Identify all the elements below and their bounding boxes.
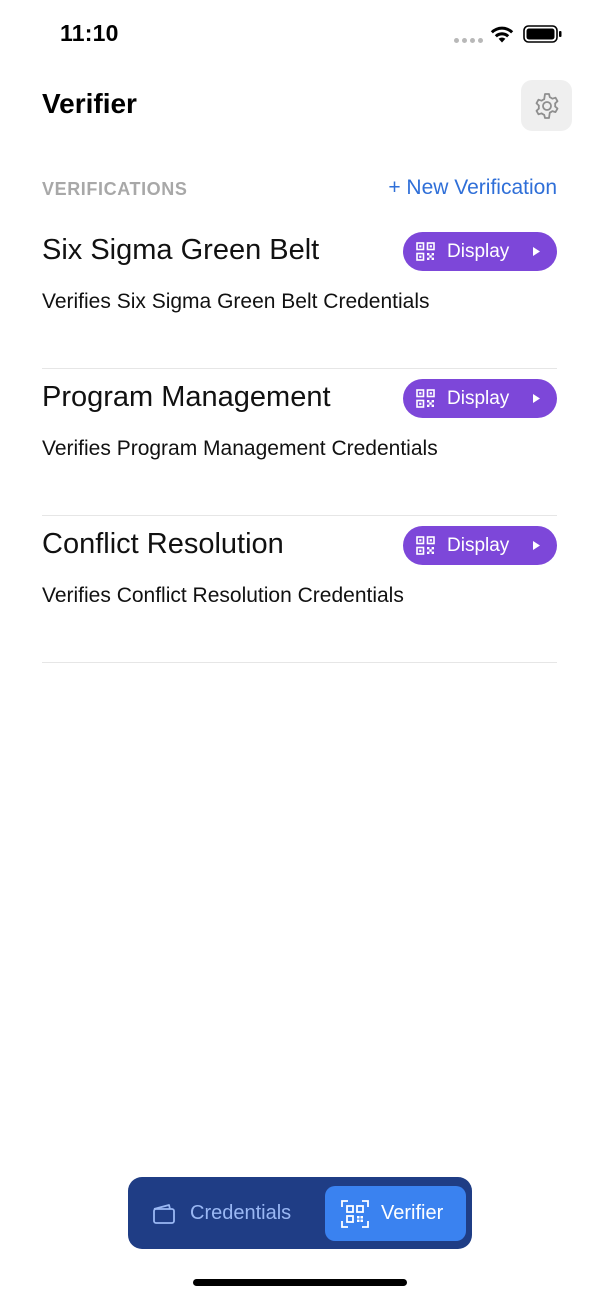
play-arrow-icon — [533, 394, 540, 403]
tab-bar: Credentials Verifier — [128, 1177, 472, 1249]
display-button-label: Display — [447, 534, 510, 556]
wifi-icon — [490, 26, 514, 43]
verification-description: Verifies Six Sigma Green Belt Credential… — [42, 290, 430, 313]
list-item[interactable]: Conflict Resolution Display Verifies Con… — [42, 516, 557, 663]
display-button-label: Display — [447, 387, 510, 409]
display-button[interactable]: Display — [403, 526, 557, 565]
verification-list: Six Sigma Green Belt Display Verifies Si… — [42, 222, 557, 663]
verification-title: Program Management — [42, 381, 331, 413]
play-arrow-icon — [533, 247, 540, 256]
tab-verifier-label: Verifier — [381, 1202, 444, 1224]
gear-icon — [535, 92, 558, 119]
qr-code-icon — [416, 242, 435, 261]
new-verification-button[interactable]: + New Verification — [388, 176, 557, 200]
display-button[interactable]: Display — [403, 232, 557, 271]
verification-description: Verifies Conflict Resolution Credentials — [42, 584, 404, 607]
verification-title: Six Sigma Green Belt — [42, 234, 320, 266]
verification-description: Verifies Program Management Credentials — [42, 437, 438, 460]
settings-button[interactable] — [521, 80, 572, 131]
list-item[interactable]: Six Sigma Green Belt Display Verifies Si… — [42, 222, 557, 369]
list-item[interactable]: Program Management Display Verifies Prog… — [42, 369, 557, 516]
qr-scan-icon — [341, 1199, 369, 1228]
display-button[interactable]: Display — [403, 379, 557, 418]
display-button-label: Display — [447, 240, 510, 262]
screen: 11:10 Verifier VERIFICATIONS + New Verif… — [0, 0, 600, 1298]
verification-title: Conflict Resolution — [42, 528, 284, 560]
status-time: 11:10 — [60, 20, 119, 46]
battery-icon — [523, 25, 562, 43]
tab-credentials-label: Credentials — [190, 1202, 292, 1224]
qr-code-icon — [416, 536, 435, 555]
status-bar: 11:10 — [0, 0, 600, 70]
cellular-signal-icon — [454, 38, 483, 43]
section-title: VERIFICATIONS — [42, 179, 188, 199]
qr-code-icon — [416, 389, 435, 408]
home-indicator[interactable] — [193, 1279, 407, 1286]
wallet-card-icon — [153, 1203, 175, 1224]
tab-credentials[interactable]: Credentials — [138, 1186, 324, 1241]
play-arrow-icon — [533, 541, 540, 550]
page-title: Verifier — [42, 88, 137, 119]
tab-verifier[interactable]: Verifier — [325, 1186, 466, 1241]
